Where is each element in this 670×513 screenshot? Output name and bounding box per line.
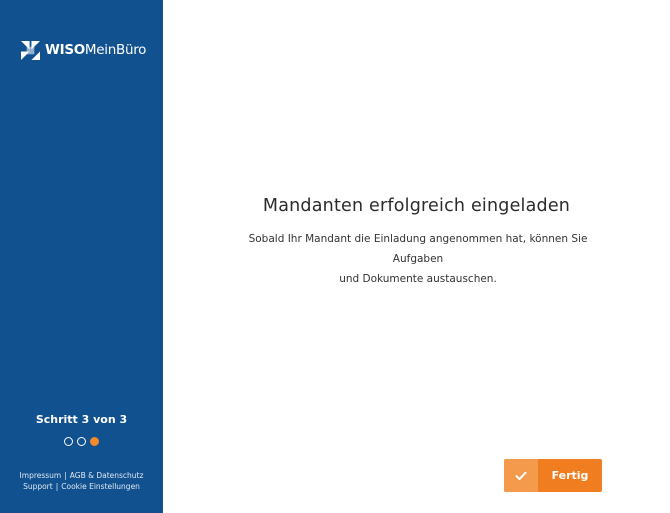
step-indicator-text: Schritt 3 von 3 (35, 413, 128, 426)
brand-logo: WISOMeinBüro (21, 40, 146, 60)
success-description: Sobald Ihr Mandant die Einladung angenom… (223, 229, 613, 289)
impressum-link[interactable]: Impressum (20, 471, 62, 480)
checkmark-icon (504, 459, 538, 492)
step-dot-2 (77, 437, 86, 446)
main-content: Mandanten erfolgreich eingeladen Sobald … (163, 0, 670, 513)
footer-links-row-1: Impressum | AGB & Datenschutz (0, 470, 163, 481)
step-dot-1 (64, 437, 73, 446)
footer-separator: | (64, 471, 67, 480)
done-button[interactable]: Fertig (504, 459, 602, 492)
step-dot-3-active (90, 437, 99, 446)
footer-links: Impressum | AGB & Datenschutz Support | Cook… (0, 470, 163, 492)
page-title: Mandanten erfolgreich eingeladen (262, 196, 571, 216)
support-link[interactable]: Support (23, 482, 53, 491)
cookie-settings-link[interactable]: Cookie Einstellungen (61, 482, 140, 491)
brand-name-bold: WISO (45, 42, 85, 58)
brand-name: WISOMeinBüro (45, 42, 146, 58)
agb-datenschutz-link[interactable]: AGB & Datenschutz (70, 471, 144, 480)
done-button-label: Fertig (551, 469, 589, 482)
sidebar: WISOMeinBüro Schritt 3 von 3 Impressum | A… (0, 0, 163, 513)
wiso-logo-icon (21, 40, 40, 60)
brand-name-rest: MeinBüro (84, 42, 147, 58)
description-line-1: Sobald Ihr Mandant die Einladung angenom… (248, 233, 588, 265)
footer-separator: | (55, 482, 59, 491)
footer-links-row-2: Support | Cookie Einstellungen (0, 481, 163, 492)
app-window: WISOMeinBüro Schritt 3 von 3 Impressum | A… (0, 0, 670, 513)
description-line-2: und Dokumente austauschen. (339, 273, 497, 285)
step-progress-dots (0, 437, 163, 446)
